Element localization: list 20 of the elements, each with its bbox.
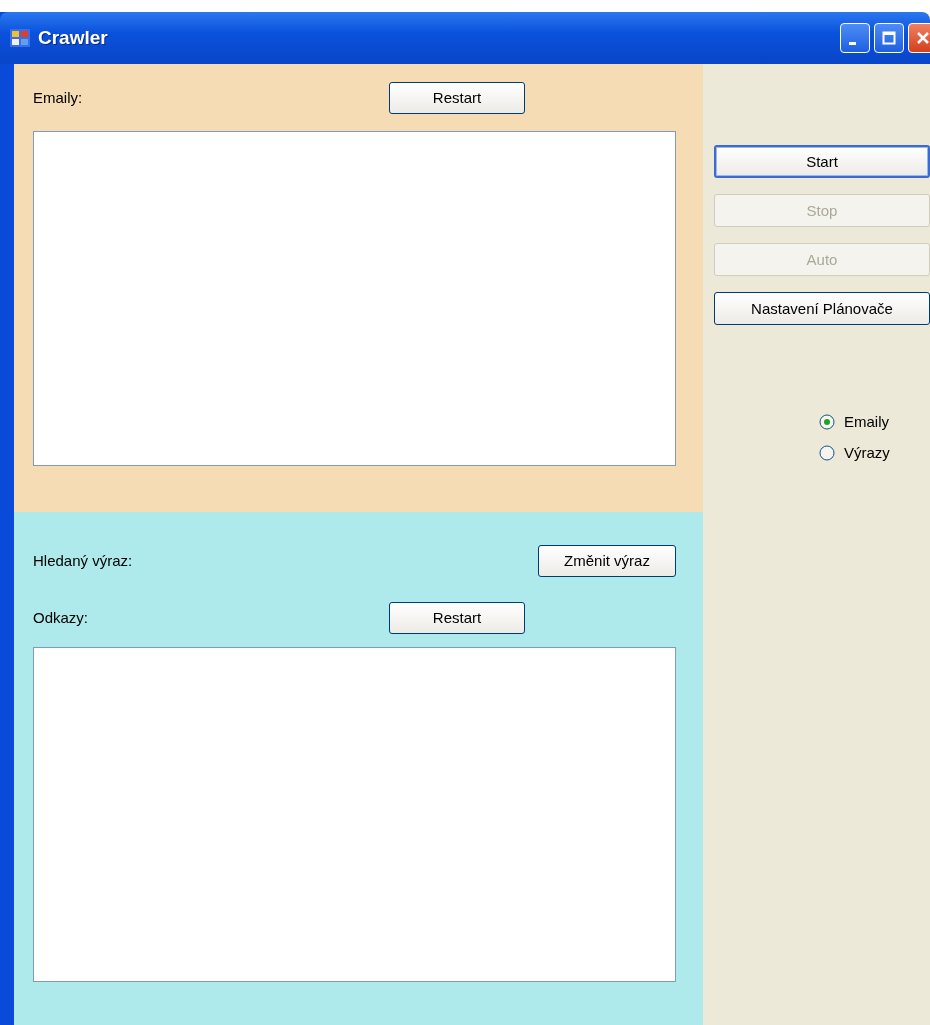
minimize-button[interactable] [840,23,870,53]
maximize-icon [882,31,896,45]
close-icon [916,31,930,45]
links-label: Odkazy: [33,609,89,626]
side-button[interactable]: Nastavení Plánovače [714,292,930,325]
window-title: Crawler [38,27,108,49]
maximize-button[interactable] [874,23,904,53]
radio-label: Výrazy [844,444,890,461]
emails-label: Emaily: [33,89,83,106]
minimize-icon [849,41,856,45]
change-query-button[interactable]: Změnit výraz [538,544,676,577]
radio-button[interactable] [819,444,835,461]
close-button[interactable] [908,23,930,53]
restart-button[interactable]: Restart [389,601,525,634]
side-button[interactable]: Start [714,145,930,178]
search-label: Hledaný výraz: [33,552,133,569]
restart-button[interactable]: Restart [389,81,525,114]
window-icon [10,29,30,47]
radio-label: Emaily [844,413,889,430]
radio-button[interactable] [819,413,835,430]
